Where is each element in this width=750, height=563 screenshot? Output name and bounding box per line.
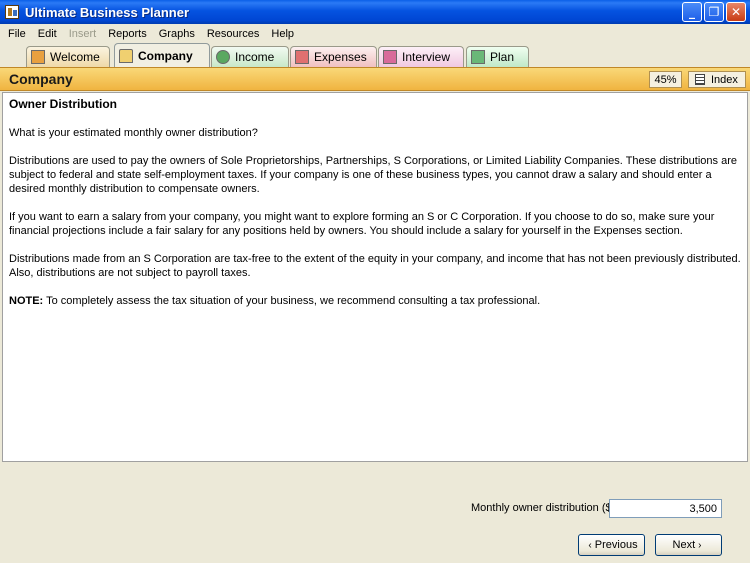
window-controls: _ ❐ ✕ [682,2,746,22]
menu-bar: File Edit Insert Reports Graphs Resource… [0,24,750,43]
tab-income[interactable]: Income [211,46,289,67]
previous-button[interactable]: ‹ Previous [578,534,645,556]
app-icon [5,5,19,19]
tab-bar: Welcome Company Income Expenses Intervie… [0,43,750,67]
owner-distribution-input[interactable] [609,499,722,518]
next-button[interactable]: Next › [655,534,722,556]
previous-button-label: Previous [594,539,638,551]
expenses-icon [295,50,309,64]
menu-reports[interactable]: Reports [102,28,153,40]
menu-help[interactable]: Help [265,28,300,40]
index-button-label: Index [711,73,738,86]
question-text: What is your estimated monthly owner dis… [9,127,258,139]
tab-interview[interactable]: Interview [378,46,464,67]
chevron-left-icon: ‹ [588,539,592,551]
paragraph-s-corporation: Distributions made from an S Corporation… [9,253,741,279]
tab-plan-label: Plan [490,50,515,64]
note-text: To completely assess the tax situation o… [43,295,541,307]
paragraph-distributions: Distributions are used to pay the owners… [9,155,737,195]
tab-welcome[interactable]: Welcome [26,46,110,67]
content-heading: Owner Distribution [9,97,117,111]
chevron-right-icon: › [698,539,702,551]
tab-company-label: Company [138,48,193,63]
tab-welcome-label: Welcome [50,50,100,64]
note-paragraph: NOTE: To completely assess the tax situa… [9,294,741,308]
welcome-icon [31,50,45,64]
note-label: NOTE: [9,295,44,307]
content-panel: Owner Distribution What is your estimate… [2,92,748,462]
next-button-label: Next [672,539,696,551]
company-icon [119,48,133,63]
progress-indicator: 45% [649,71,682,88]
income-icon [216,50,230,64]
index-icon [695,74,705,85]
menu-edit[interactable]: Edit [32,28,63,40]
menu-insert[interactable]: Insert [63,28,103,40]
paragraph-salary: If you want to earn a salary from your c… [9,211,715,237]
tab-expenses-label: Expenses [314,50,367,64]
close-button[interactable]: ✕ [726,2,746,22]
tab-expenses[interactable]: Expenses [290,46,377,67]
window-title: Ultimate Business Planner [25,4,189,20]
plan-icon [471,50,485,64]
menu-file[interactable]: File [2,28,32,40]
index-button[interactable]: Index [688,71,746,88]
tab-interview-label: Interview [402,50,451,64]
minimize-button[interactable]: _ [682,2,702,22]
tab-income-label: Income [235,50,275,64]
maximize-button[interactable]: ❐ [704,2,724,22]
owner-distribution-label: Monthly owner distribution ($): [471,502,619,514]
tab-plan[interactable]: Plan [466,46,529,67]
tab-company[interactable]: Company [114,43,210,67]
section-header: Company 45% Index [0,67,750,91]
page-title: Company [9,71,73,87]
interview-icon [383,50,397,64]
menu-resources[interactable]: Resources [201,28,266,40]
bottom-panel: Monthly owner distribution ($): ‹ Previo… [0,463,750,563]
title-bar: Ultimate Business Planner _ ❐ ✕ [0,0,750,24]
menu-graphs[interactable]: Graphs [153,28,201,40]
